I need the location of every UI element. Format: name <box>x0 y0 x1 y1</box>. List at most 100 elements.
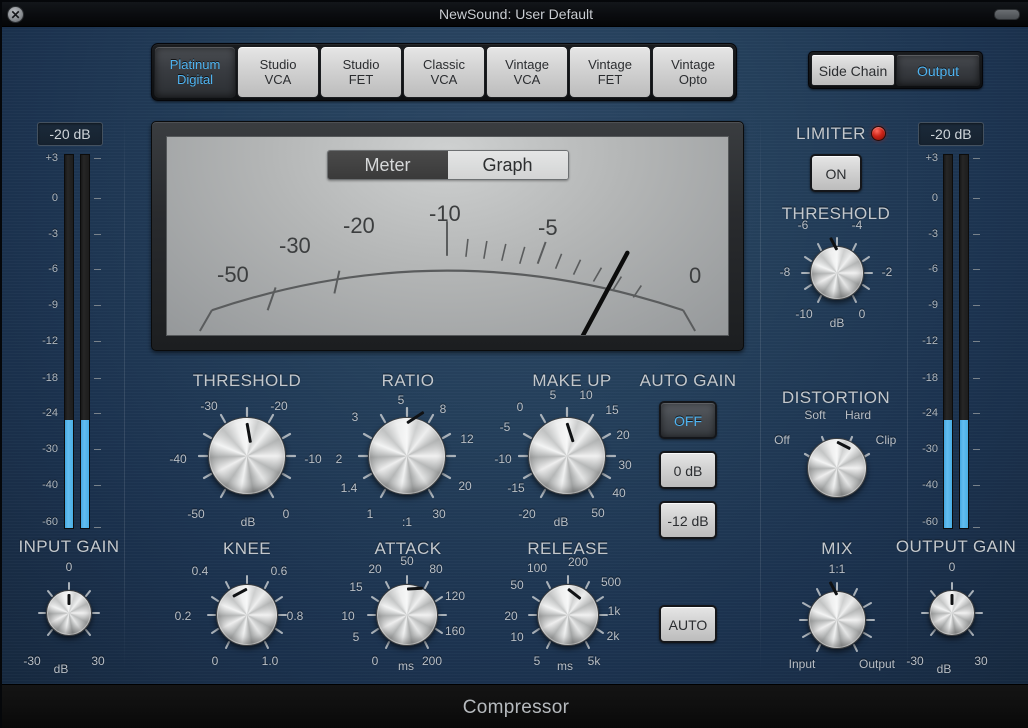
side-chain-button[interactable]: Side Chain <box>811 54 895 86</box>
meter-graph-toggle[interactable]: Meter Graph <box>326 150 569 180</box>
makeup-knob-body[interactable] <box>528 417 606 495</box>
input-meter-strip-left <box>64 154 74 529</box>
distortion-pointer <box>836 441 852 451</box>
ratio-tick-5: 5 <box>397 393 405 407</box>
auto-gain-0db-button[interactable]: 0 dB <box>659 451 717 489</box>
input-gain-knob-body[interactable] <box>46 590 92 636</box>
limiter-tick-neg10: -10 <box>795 307 813 321</box>
threshold-pointer <box>245 422 252 443</box>
attack-tick-160: 160 <box>444 624 466 638</box>
model-button-vintage-fet[interactable]: Vintage FET <box>569 46 651 98</box>
ratio-tick-2: 2 <box>335 452 343 466</box>
output-tick <box>973 449 980 450</box>
output-button[interactable]: Output <box>896 54 980 86</box>
release-tick-500: 500 <box>600 575 622 589</box>
output-gain-knob-body[interactable] <box>929 590 975 636</box>
ratio-knob-body[interactable] <box>368 410 446 495</box>
input-tick <box>94 341 101 342</box>
graph-tab[interactable]: Graph <box>447 151 568 179</box>
output-scale-neg30: -30 <box>922 443 938 455</box>
knee-tick-1p0: 1.0 <box>261 654 279 668</box>
output-meter-fill-right <box>960 419 968 528</box>
ratio-tick-3: 3 <box>351 410 359 424</box>
output-tick <box>973 158 980 159</box>
input-tick <box>94 269 101 270</box>
model-button-studio-fet[interactable]: Studio FET <box>320 46 402 98</box>
makeup-tick-neg10: -10 <box>494 452 512 466</box>
input-tick <box>94 305 101 306</box>
makeup-tick-neg15: -15 <box>507 481 525 495</box>
model-label-line1: Studio <box>259 57 297 72</box>
output-gain-unit: dB <box>936 662 952 676</box>
limiter-on-button[interactable]: ON <box>810 154 862 192</box>
attack-knob-body[interactable] <box>376 584 438 646</box>
input-meter-strip-right <box>80 154 90 529</box>
distortion-title: DISTORTION <box>781 388 891 407</box>
model-label-line1: Platinum <box>169 57 221 72</box>
release-knob-body[interactable] <box>537 584 599 646</box>
ratio-title: RATIO <box>381 371 435 390</box>
output-meter-readout: -20 dB <box>918 122 984 146</box>
left-divider <box>124 115 125 671</box>
output-scale-neg6: -6 <box>928 263 938 275</box>
model-label-line2: Digital <box>176 72 214 87</box>
makeup-tick-50: 50 <box>591 506 605 520</box>
ratio-tick-8: 8 <box>439 402 447 416</box>
vu-scale-label-neg50: -50 <box>217 262 249 287</box>
knee-tick-0p4: 0.4 <box>191 564 209 578</box>
output-meter-strip-right <box>959 154 969 529</box>
model-label-line2: VCA <box>264 72 292 87</box>
output-scale-neg40: -40 <box>922 479 938 491</box>
model-button-studio-vca[interactable]: Studio VCA <box>237 46 319 98</box>
mix-knob-body[interactable] <box>808 581 866 649</box>
distortion-tick-off: Off <box>774 433 790 447</box>
attack-tick-15: 15 <box>349 580 363 594</box>
attack-tick-50: 50 <box>400 554 414 568</box>
limiter-tick-neg8: -8 <box>779 265 791 279</box>
attack-tick-80: 80 <box>429 562 443 576</box>
input-scale-neg18: -18 <box>42 372 58 384</box>
release-tick-50: 50 <box>510 578 524 592</box>
output-scale-neg9: -9 <box>928 299 938 311</box>
limiter-tick-neg6: -6 <box>797 218 809 232</box>
input-scale-0: 0 <box>51 192 58 204</box>
vu-scale-label-neg20: -20 <box>343 213 375 238</box>
distortion-knob-body[interactable] <box>807 438 867 498</box>
vu-scale-label-0: 0 <box>689 263 702 288</box>
view-toggle-group[interactable]: Side Chain Output <box>808 51 983 89</box>
window-title: NewSound: User Default <box>438 6 594 22</box>
resize-icon[interactable] <box>994 9 1020 20</box>
model-label-line1: Studio <box>342 57 380 72</box>
output-tick <box>973 485 980 486</box>
model-button-vintage-vca[interactable]: Vintage VCA <box>486 46 568 98</box>
distortion-tick-clip: Clip <box>875 433 897 447</box>
vu-scale-label-neg10: -10 <box>429 201 461 226</box>
auto-gain-neg12db-button[interactable]: -12 dB <box>659 501 717 539</box>
makeup-tick-15: 15 <box>605 403 619 417</box>
ratio-unit: :1 <box>401 515 412 529</box>
auto-gain-off-button[interactable]: OFF <box>659 401 717 439</box>
model-button-classic-vca[interactable]: Classic VCA <box>403 46 485 98</box>
model-label-line2: FET <box>597 72 623 87</box>
release-pointer <box>567 587 582 600</box>
auto-button[interactable]: AUTO <box>659 605 717 643</box>
input-tick <box>94 234 101 235</box>
ratio-tick-12: 12 <box>460 432 474 446</box>
meter-tab[interactable]: Meter <box>327 151 448 179</box>
ratio-tick-30: 30 <box>432 507 446 521</box>
limiter-threshold-knob-body[interactable] <box>810 237 864 300</box>
input-meter-fill-right <box>81 419 89 528</box>
vu-meter-display[interactable]: -50 -30 -20 -10 -5 0 Meter Graph <box>166 136 729 336</box>
model-selector[interactable]: Platinum Digital Studio VCA Studio FET C… <box>151 43 737 101</box>
knee-knob-body[interactable] <box>216 584 278 646</box>
threshold-knob-body[interactable] <box>208 417 286 495</box>
limiter-tick-neg4: -4 <box>851 218 863 232</box>
attack-tick-120: 120 <box>444 589 466 603</box>
model-button-vintage-opto[interactable]: Vintage Opto <box>652 46 734 98</box>
makeup-title: MAKE UP <box>532 371 612 390</box>
makeup-tick-neg5: -5 <box>499 420 511 434</box>
model-button-platinum-digital[interactable]: Platinum Digital <box>154 46 236 98</box>
output-scale-neg24: -24 <box>922 407 938 419</box>
makeup-tick-40: 40 <box>612 486 626 500</box>
knee-tick-0p8: 0.8 <box>286 609 304 623</box>
